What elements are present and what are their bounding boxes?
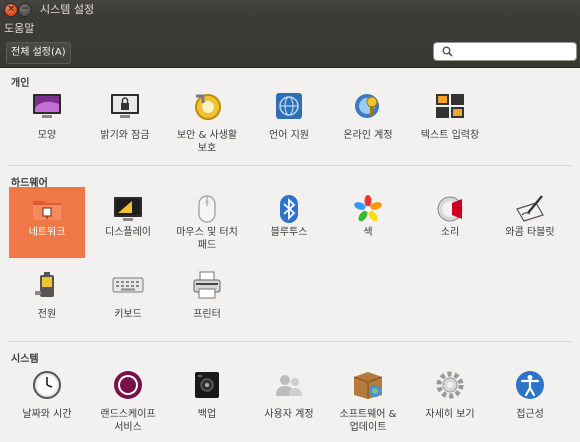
search-input[interactable]	[433, 42, 577, 61]
close-icon: ×	[7, 4, 15, 14]
item-label: 와콤 타블릿	[505, 227, 555, 238]
item-landscape-service[interactable]: 랜드스케이프 서비스	[90, 363, 166, 440]
window-titlebar: × − 시스템 설정	[0, 0, 580, 20]
appearance-icon	[33, 94, 61, 118]
item-power[interactable]: 전원	[9, 263, 85, 321]
color-icon	[354, 195, 382, 222]
item-label: 보안 & 사생활	[176, 130, 238, 141]
all-settings-button[interactable]: 전체 설정(A)	[6, 42, 71, 64]
settings-content: 개인 모양 밝기와 잠금 보안 & 사생활 보호 언어 지원 온라인 계정 텍스…	[0, 68, 580, 442]
close-button[interactable]: ×	[5, 4, 17, 16]
item-label: 자세히 보기	[425, 409, 475, 420]
item-label-line2: 서비스	[114, 422, 142, 433]
item-printers[interactable]: 프린터	[169, 263, 245, 321]
item-label: 소프트웨어 &	[339, 409, 397, 420]
software-updates-icon	[353, 372, 383, 399]
menubar: 도움말	[0, 20, 580, 40]
language-support-icon	[276, 93, 302, 119]
item-bluetooth[interactable]: 블루투스	[251, 187, 327, 258]
item-label: 밝기와 잠금	[100, 130, 150, 141]
item-details[interactable]: 자세히 보기	[412, 363, 488, 440]
minimize-button[interactable]: −	[19, 4, 31, 16]
item-text-entry[interactable]: 텍스트 입력창	[412, 84, 488, 142]
item-language-support[interactable]: 언어 지원	[251, 84, 327, 142]
search-icon	[442, 46, 453, 57]
item-label: 온라인 계정	[343, 130, 393, 141]
item-label: 백업	[197, 409, 217, 420]
window-title: 시스템 설정	[40, 3, 95, 16]
minimize-icon: −	[21, 4, 29, 14]
item-label-line2: 패드	[197, 240, 217, 251]
security-privacy-icon	[195, 94, 221, 120]
bluetooth-icon	[280, 195, 298, 223]
item-label: 언어 지원	[269, 130, 309, 141]
item-sound[interactable]: 소리	[412, 187, 488, 258]
item-label: 모양	[37, 130, 57, 141]
item-label: 프린터	[193, 309, 221, 320]
item-color[interactable]: 색	[330, 187, 406, 258]
item-backups[interactable]: 백업	[169, 363, 245, 440]
online-accounts-icon	[355, 94, 379, 118]
keyboard-icon	[112, 277, 144, 293]
item-label: 사용자 계정	[264, 409, 314, 420]
item-label-line2: 보호	[197, 143, 217, 154]
item-label: 네트워크	[28, 227, 66, 238]
text-entry-icon	[436, 94, 464, 118]
item-label: 날짜와 시간	[22, 409, 72, 420]
universal-access-icon	[516, 371, 544, 399]
item-label: 색	[363, 227, 373, 238]
item-label: 디스플레이	[105, 227, 151, 238]
power-icon	[35, 272, 54, 297]
user-accounts-icon	[276, 375, 302, 396]
item-label: 블루투스	[270, 227, 308, 238]
item-keyboard[interactable]: 키보드	[90, 263, 166, 321]
item-label: 키보드	[114, 309, 142, 320]
item-label: 텍스트 입력창	[420, 130, 480, 141]
item-label: 전원	[37, 309, 57, 320]
item-network[interactable]: 네트워크	[9, 187, 85, 258]
brightness-lock-icon	[111, 94, 139, 118]
item-label-line2: 업데이트	[349, 422, 387, 433]
sound-icon	[437, 196, 463, 222]
menu-help[interactable]: 도움말	[4, 20, 34, 38]
section-divider	[8, 165, 572, 166]
item-label: 소리	[440, 227, 460, 238]
item-online-accounts[interactable]: 온라인 계정	[330, 84, 406, 142]
wacom-tablet-icon	[516, 195, 544, 222]
item-security-privacy[interactable]: 보안 & 사생활 보호	[169, 84, 245, 160]
time-date-icon	[33, 371, 61, 399]
item-brightness-lock[interactable]: 밝기와 잠금	[87, 84, 163, 142]
printers-icon	[193, 271, 221, 299]
landscape-service-icon	[114, 371, 142, 399]
item-user-accounts[interactable]: 사용자 계정	[251, 363, 327, 440]
item-appearance[interactable]: 모양	[9, 84, 85, 142]
toolbar: 전체 설정(A)	[0, 40, 580, 68]
details-icon	[436, 371, 464, 399]
item-label: 마우스 및 터치	[176, 227, 238, 238]
item-label: 랜드스케이프	[100, 409, 156, 420]
item-label: 접근성	[516, 409, 544, 420]
mouse-touchpad-icon	[198, 195, 216, 223]
displays-icon	[114, 197, 142, 221]
item-universal-access[interactable]: 접근성	[492, 363, 568, 440]
item-mouse-touchpad[interactable]: 마우스 및 터치 패드	[169, 187, 245, 258]
item-displays[interactable]: 디스플레이	[90, 187, 166, 258]
network-icon	[33, 201, 61, 220]
item-software-updates[interactable]: 소프트웨어 & 업데이트	[330, 363, 406, 440]
item-wacom-tablet[interactable]: 와콤 타블릿	[492, 187, 568, 258]
backups-icon	[195, 372, 219, 398]
section-divider	[8, 341, 572, 342]
item-time-date[interactable]: 날짜와 시간	[9, 363, 85, 440]
